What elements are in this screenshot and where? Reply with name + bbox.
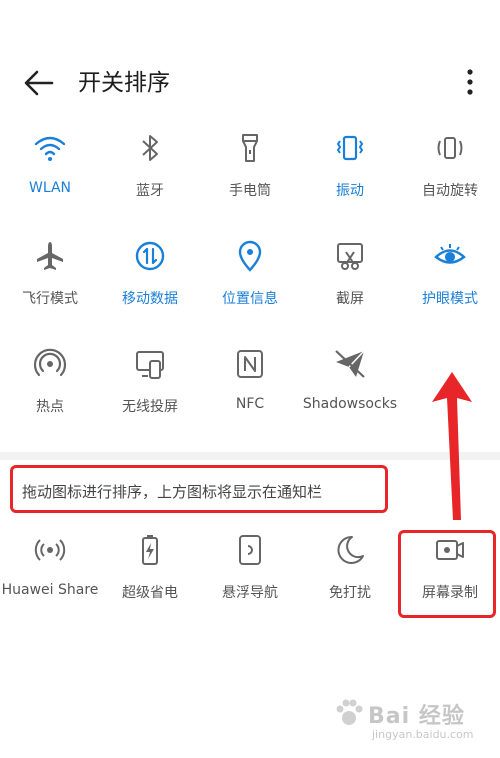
tile-mobile-data[interactable]: 移动数据 (100, 238, 200, 338)
tile-label: NFC (235, 396, 265, 412)
back-arrow-icon[interactable] (22, 66, 56, 100)
app-bar: 开关排序 (0, 0, 500, 130)
tile-label: 免打扰 (329, 585, 371, 601)
tile-label: 无线投屏 (122, 399, 178, 415)
tile-label: 位置信息 (222, 291, 278, 307)
auto-rotate-icon (437, 137, 463, 159)
tile-vibrate[interactable]: 振动 (300, 130, 400, 230)
tile-wireless-projection[interactable]: 无线投屏 (100, 346, 200, 446)
tile-huawei-share[interactable]: Huawei Share (0, 532, 100, 632)
tile-floating-dock[interactable]: 悬浮导航 (200, 532, 300, 632)
section-divider (0, 452, 500, 460)
annotation-arrow-icon (432, 372, 472, 520)
vibrate-icon (336, 135, 364, 161)
tile-label: 护眼模式 (422, 291, 478, 307)
tile-label: 手电筒 (229, 183, 271, 199)
tile-label: Shadowsocks (302, 396, 398, 412)
hotspot-icon (33, 348, 67, 377)
airplane-icon (37, 242, 63, 270)
tile-nfc[interactable]: NFC (200, 346, 300, 446)
wifi-icon (34, 136, 66, 161)
location-icon (238, 240, 262, 272)
paw-logo-icon (336, 699, 363, 725)
tile-airplane[interactable]: 飞行模式 (0, 238, 100, 338)
page-title: 开关排序 (78, 70, 170, 96)
tile-label: 超级省电 (122, 585, 178, 601)
active-tiles-grid: WLAN 蓝牙 手电筒 振动 自动旋转 飞行模式 移动数据 位置信息 截屏 护眼… (0, 130, 500, 450)
tile-label: 移动数据 (122, 291, 178, 307)
screenshot-icon (337, 243, 363, 270)
flashlight-icon (242, 134, 258, 162)
tile-shadowsocks[interactable]: Shadowsocks (300, 346, 400, 446)
battery-saver-icon (142, 535, 158, 565)
shadowsocks-icon (335, 350, 365, 378)
tile-flashlight[interactable]: 手电筒 (200, 130, 300, 230)
tile-eye-comfort[interactable]: 护眼模式 (400, 238, 500, 338)
tile-label: 悬浮导航 (222, 585, 278, 601)
more-options-icon[interactable] (458, 66, 482, 100)
floating-dock-icon (239, 535, 261, 565)
tile-label: Huawei Share (1, 582, 99, 598)
annotation-box (398, 530, 496, 618)
tile-label: 截屏 (336, 291, 364, 307)
mobile-data-icon (135, 241, 165, 271)
wireless-projection-icon (136, 351, 164, 379)
tile-hotspot[interactable]: 热点 (0, 346, 100, 446)
tile-label: 飞行模式 (22, 291, 78, 307)
tile-do-not-disturb[interactable]: 免打扰 (300, 532, 400, 632)
tile-screenshot[interactable]: 截屏 (300, 238, 400, 338)
nfc-icon (237, 350, 263, 378)
tile-label: 热点 (36, 399, 64, 415)
tile-label: 振动 (336, 183, 364, 199)
tile-location[interactable]: 位置信息 (200, 238, 300, 338)
tile-bluetooth[interactable]: 蓝牙 (100, 130, 200, 230)
tile-label: WLAN (28, 180, 71, 196)
do-not-disturb-icon (337, 535, 364, 564)
watermark: Bai 经验 jingyan.baidu.com (330, 690, 480, 750)
watermark-brand: Bai 经验 (368, 704, 465, 729)
huawei-share-icon (34, 539, 66, 561)
sort-hint: 拖动图标进行排序，上方图标将显示在通知栏 (22, 483, 323, 501)
tile-label: 蓝牙 (136, 183, 164, 199)
watermark-url: jingyan.baidu.com (372, 728, 474, 741)
bluetooth-icon (142, 135, 158, 161)
tile-auto-rotate[interactable]: 自动旋转 (400, 130, 500, 230)
eye-comfort-icon (434, 244, 466, 264)
tile-wlan[interactable]: WLAN (0, 130, 100, 230)
tile-battery-saver[interactable]: 超级省电 (100, 532, 200, 632)
tile-label: 自动旋转 (422, 183, 478, 199)
